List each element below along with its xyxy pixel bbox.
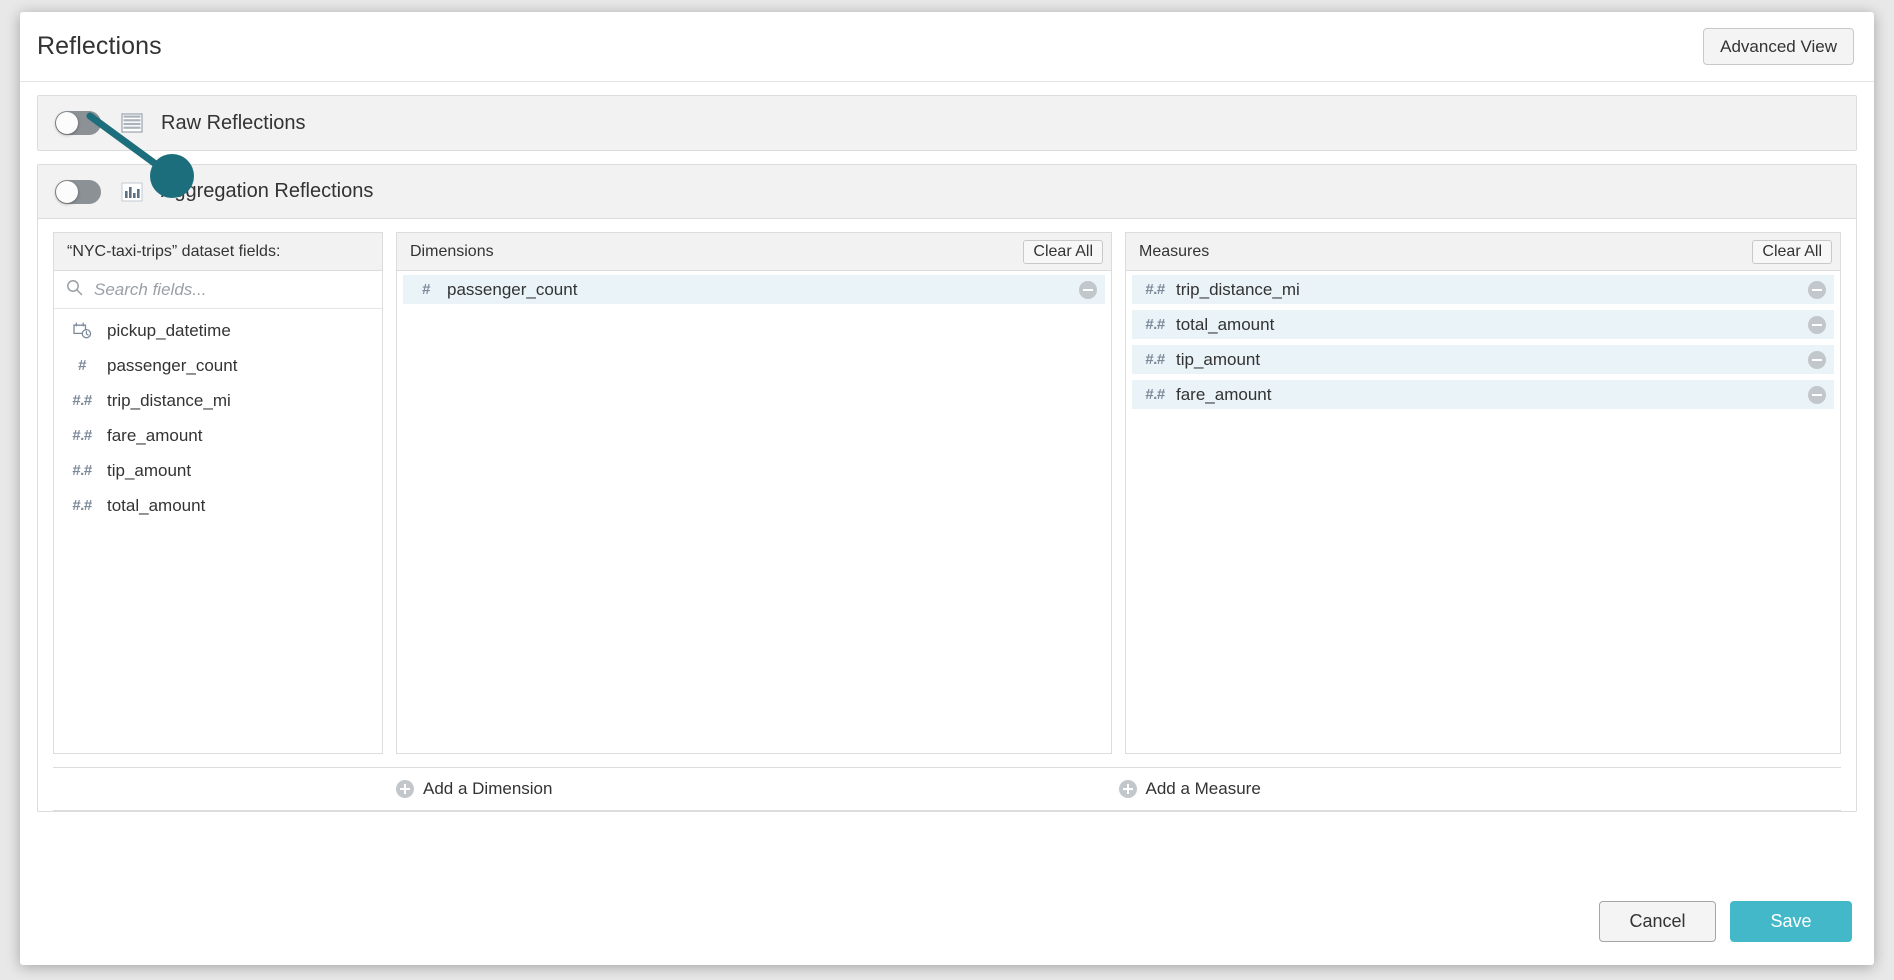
- field-name: trip_distance_mi: [107, 391, 231, 411]
- aggregation-reflections-bar: Aggregation Reflections: [38, 165, 1856, 219]
- measures-clear-all-button[interactable]: Clear All: [1752, 240, 1832, 264]
- decimal-icon: #.#: [67, 462, 97, 479]
- list-item[interactable]: pickup_datetime: [54, 313, 382, 348]
- dialog-footer: Cancel Save: [20, 877, 1874, 965]
- decimal-icon: #.#: [67, 427, 97, 444]
- save-button[interactable]: Save: [1730, 901, 1852, 942]
- dimensions-list: # passenger_count: [397, 271, 1111, 753]
- dimensions-panel: Dimensions Clear All # passenger_count: [396, 232, 1112, 754]
- field-name: pickup_datetime: [107, 321, 231, 341]
- decimal-icon: #.#: [1142, 316, 1168, 333]
- aggregation-reflections-toggle[interactable]: [55, 180, 101, 204]
- search-icon: [66, 279, 83, 301]
- list-item[interactable]: #.# tip_amount: [1132, 345, 1834, 374]
- list-item[interactable]: #.# fare_amount: [54, 418, 382, 453]
- decimal-icon: #.#: [1142, 281, 1168, 298]
- raw-reflections-toggle[interactable]: [55, 111, 101, 135]
- list-item[interactable]: #.# trip_distance_mi: [54, 383, 382, 418]
- plus-icon: [1119, 780, 1137, 798]
- add-dimension-button[interactable]: Add a Dimension: [396, 779, 1119, 799]
- search-row[interactable]: [54, 271, 382, 309]
- field-name: tip_amount: [107, 461, 191, 481]
- bar-chart-icon: [121, 182, 143, 202]
- dimensions-header-label: Dimensions: [410, 243, 494, 261]
- field-name: fare_amount: [107, 426, 202, 446]
- advanced-view-button[interactable]: Advanced View: [1703, 28, 1854, 65]
- list-item[interactable]: # passenger_count: [54, 348, 382, 383]
- add-dimension-slot: Add a Dimension: [396, 779, 1119, 799]
- list-item[interactable]: #.# trip_distance_mi: [1132, 275, 1834, 304]
- remove-icon[interactable]: [1808, 351, 1826, 369]
- page-title: Reflections: [37, 32, 162, 61]
- dialog-header: Reflections Advanced View: [20, 12, 1874, 82]
- decimal-icon: #.#: [67, 497, 97, 514]
- dataset-fields-panel: “NYC-taxi-trips” dataset fields: pickup_…: [53, 232, 383, 754]
- dimensions-header: Dimensions Clear All: [397, 233, 1111, 271]
- field-name: tip_amount: [1176, 350, 1260, 370]
- cancel-button[interactable]: Cancel: [1599, 901, 1716, 942]
- list-item[interactable]: #.# tip_amount: [54, 453, 382, 488]
- field-name: total_amount: [107, 496, 205, 516]
- integer-icon: #: [413, 281, 439, 298]
- aggregation-reflections-label: Aggregation Reflections: [161, 180, 373, 203]
- measures-list: #.# trip_distance_mi #.# total_amount #.# tip…: [1126, 271, 1840, 753]
- integer-icon: #: [67, 357, 97, 374]
- search-input[interactable]: [92, 279, 372, 301]
- add-measure-button[interactable]: Add a Measure: [1119, 779, 1842, 799]
- decimal-icon: #.#: [67, 392, 97, 409]
- raw-reflections-label: Raw Reflections: [161, 112, 306, 135]
- raw-reflections-section: Raw Reflections: [37, 95, 1857, 151]
- add-measure-slot: Add a Measure: [1119, 779, 1842, 799]
- raw-reflections-bar: Raw Reflections: [38, 96, 1856, 150]
- list-item[interactable]: # passenger_count: [403, 275, 1105, 304]
- add-measure-label: Add a Measure: [1146, 779, 1261, 799]
- reflections-dialog: Reflections Advanced View Raw Reflection…: [20, 12, 1874, 965]
- toggle-knob: [56, 112, 78, 134]
- measures-header: Measures Clear All: [1126, 233, 1840, 271]
- plus-icon: [396, 780, 414, 798]
- add-dimension-label: Add a Dimension: [423, 779, 552, 799]
- add-bar: Add a Dimension Add a Measure: [53, 767, 1841, 811]
- field-name: passenger_count: [107, 356, 237, 376]
- table-rows-icon: [121, 113, 143, 133]
- decimal-icon: #.#: [1142, 386, 1168, 403]
- remove-icon[interactable]: [1079, 281, 1097, 299]
- dataset-fields-header: “NYC-taxi-trips” dataset fields:: [54, 233, 382, 271]
- list-item[interactable]: #.# fare_amount: [1132, 380, 1834, 409]
- field-name: total_amount: [1176, 315, 1274, 335]
- remove-icon[interactable]: [1808, 316, 1826, 334]
- calendar-clock-icon: [67, 321, 97, 340]
- aggregation-reflections-section: Aggregation Reflections “NYC-taxi-trips”…: [37, 164, 1857, 812]
- list-item[interactable]: #.# total_amount: [54, 488, 382, 523]
- dimensions-clear-all-button[interactable]: Clear All: [1023, 240, 1103, 264]
- decimal-icon: #.#: [1142, 351, 1168, 368]
- field-name: fare_amount: [1176, 385, 1271, 405]
- toggle-knob: [56, 181, 78, 203]
- measures-header-label: Measures: [1139, 243, 1209, 261]
- field-name: passenger_count: [447, 280, 577, 300]
- remove-icon[interactable]: [1808, 281, 1826, 299]
- measures-panel: Measures Clear All #.#trip_distance_mi#.…: [1125, 232, 1841, 754]
- list-item[interactable]: #.# total_amount: [1132, 310, 1834, 339]
- dataset-fields-list: pickup_datetime # passenger_count #.# trip_d…: [54, 309, 382, 753]
- aggregation-body: “NYC-taxi-trips” dataset fields: pickup_…: [38, 219, 1856, 754]
- field-name: trip_distance_mi: [1176, 280, 1300, 300]
- remove-icon[interactable]: [1808, 386, 1826, 404]
